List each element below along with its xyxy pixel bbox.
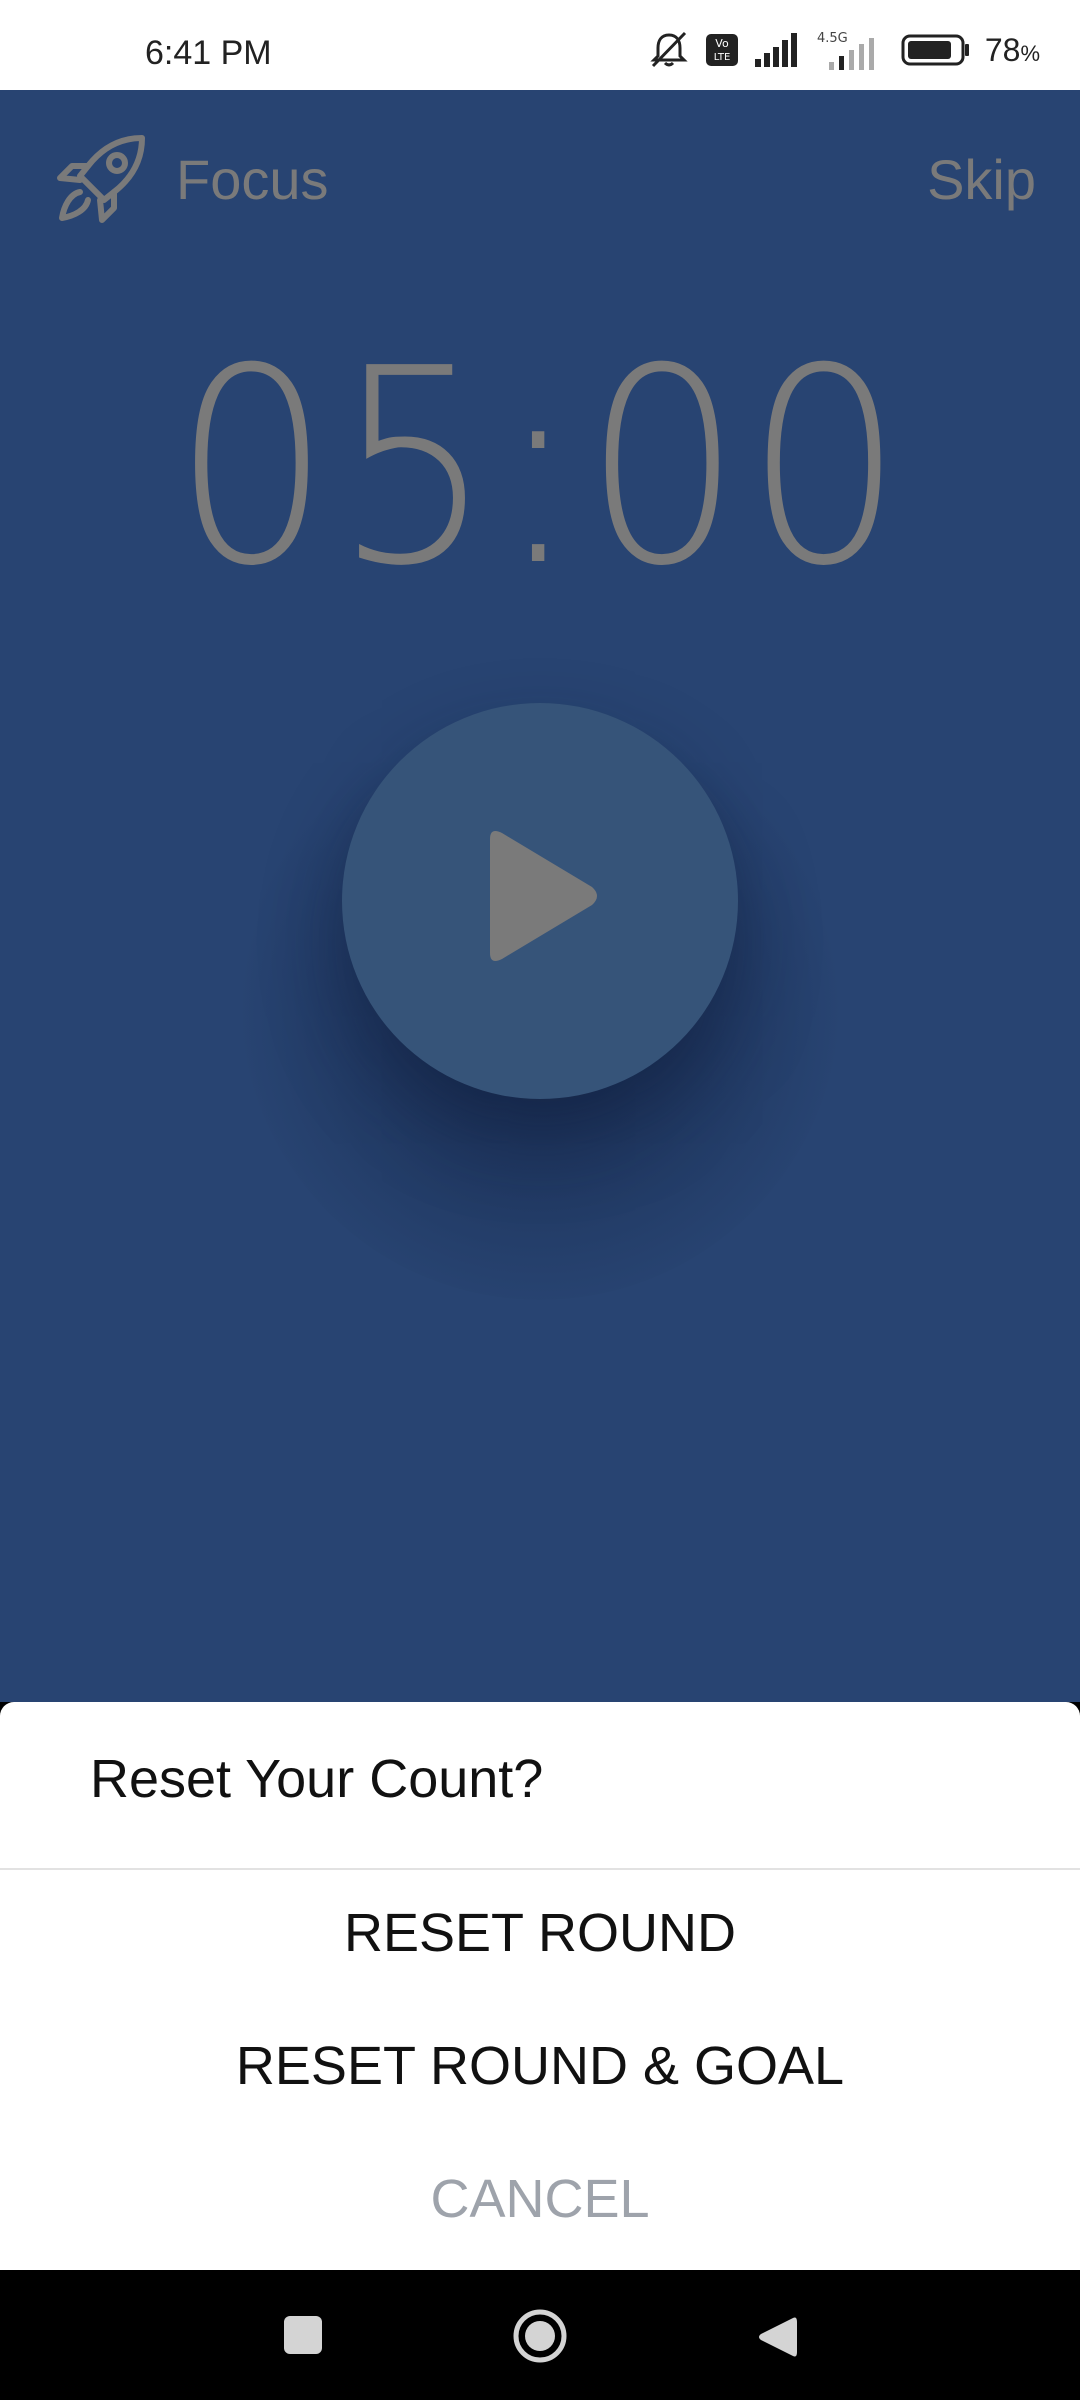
focus-timer-screen: Focus Skip 05:00 xyxy=(0,90,1080,1702)
status-icons: Vo LTE 4.5G 78% xyxy=(647,30,1040,70)
status-bar: 6:41 PM Vo LTE 4.5G 78% xyxy=(0,0,1080,90)
mode-title: Focus xyxy=(176,148,329,211)
battery-icon xyxy=(901,33,971,67)
volte-text-bottom: LTE xyxy=(714,52,731,63)
cancel-button[interactable]: CANCEL xyxy=(0,2168,1080,2230)
screen: 6:41 PM Vo LTE 4.5G 78% Focus Skip 05:00… xyxy=(0,0,1080,2400)
rocket-icon xyxy=(50,130,150,230)
battery-percent-value: 78 xyxy=(984,31,1021,68)
reset-bottom-sheet: Reset Your Count? RESET ROUND RESET ROUN… xyxy=(0,1702,1080,2270)
home-icon[interactable] xyxy=(512,2308,568,2369)
reset-round-button[interactable]: RESET ROUND xyxy=(0,1902,1080,1964)
play-button[interactable] xyxy=(342,703,738,1099)
signal-4-5g-icon: 4.5G xyxy=(815,30,887,70)
play-icon xyxy=(470,821,610,976)
battery-percent-unit: % xyxy=(1020,40,1040,66)
system-nav-bar xyxy=(0,2270,1080,2400)
timer-display: 05:00 xyxy=(172,310,908,625)
volte-icon: Vo LTE xyxy=(705,33,739,67)
back-icon[interactable] xyxy=(757,2314,797,2365)
skip-button[interactable]: Skip xyxy=(927,147,1036,212)
sheet-title: Reset Your Count? xyxy=(90,1749,544,1809)
battery-percent: 78% xyxy=(985,32,1040,69)
sheet-divider xyxy=(0,1868,1080,1870)
recents-icon[interactable] xyxy=(284,2316,322,2354)
mute-bell-icon xyxy=(647,30,691,70)
network-type-label: 4.5G xyxy=(817,31,848,46)
status-time: 6:41 PM xyxy=(145,34,272,72)
signal-icon xyxy=(753,33,801,67)
volte-text-top: Vo xyxy=(715,37,729,50)
reset-round-and-goal-button[interactable]: RESET ROUND & GOAL xyxy=(0,2035,1080,2097)
